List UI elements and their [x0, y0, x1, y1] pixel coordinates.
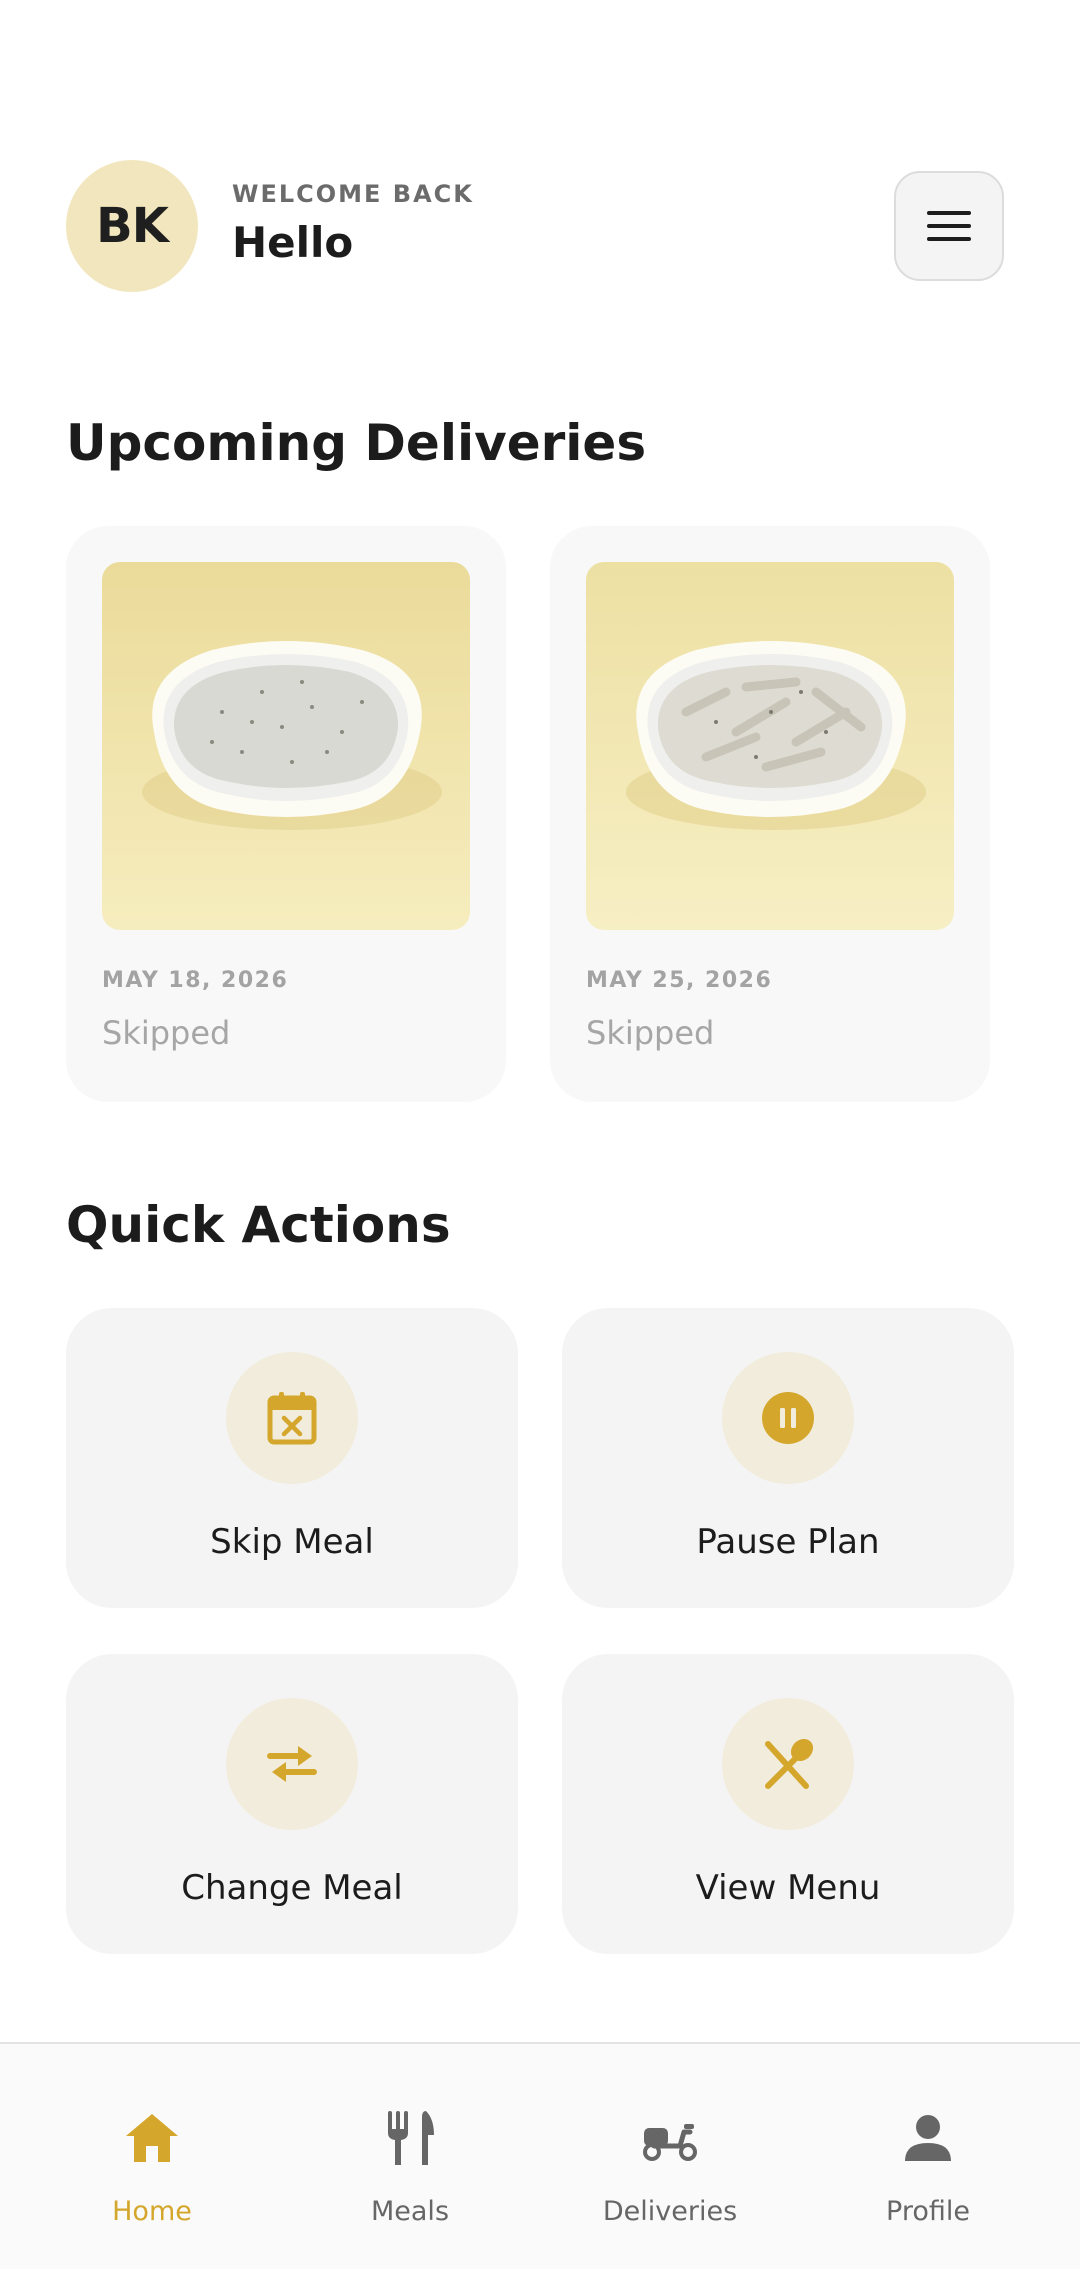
- meal-image: [102, 562, 470, 930]
- pause-plan-button[interactable]: Pause Plan: [562, 1308, 1014, 1608]
- delivery-status: Skipped: [586, 1014, 715, 1052]
- bottom-nav: Home Meals Deliveries Profile: [0, 2042, 1080, 2269]
- nav-item-home[interactable]: Home: [22, 2044, 282, 2269]
- pause-circle-icon: [762, 1392, 814, 1444]
- action-label: Skip Meal: [210, 1522, 374, 1562]
- view-menu-button[interactable]: View Menu: [562, 1654, 1014, 1954]
- nav-label: Home: [112, 2196, 192, 2227]
- action-icon-circle: [226, 1698, 358, 1830]
- avatar[interactable]: BK: [66, 160, 198, 292]
- delivery-date: MAY 18, 2026: [102, 968, 289, 993]
- delivery-status: Skipped: [102, 1014, 231, 1052]
- hamburger-menu-icon: [927, 211, 971, 241]
- nav-label: Profile: [886, 2196, 970, 2227]
- calendar-x-icon: [267, 1392, 317, 1445]
- action-icon-circle: [722, 1698, 854, 1830]
- header: BK WELCOME BACK Hello: [66, 160, 1004, 292]
- section-title-quick-actions: Quick Actions: [66, 1196, 451, 1254]
- home-screen: BK WELCOME BACK Hello Upcoming Deliverie…: [0, 0, 1080, 2269]
- nav-item-deliveries[interactable]: Deliveries: [540, 2044, 800, 2269]
- nav-item-profile[interactable]: Profile: [798, 2044, 1058, 2269]
- swap-arrows-icon: [267, 1746, 317, 1782]
- delivery-card[interactable]: MAY 18, 2026 Skipped: [66, 526, 506, 1102]
- utensils-cross-icon: [765, 1738, 814, 1789]
- change-meal-button[interactable]: Change Meal: [66, 1654, 518, 1954]
- action-label: View Menu: [695, 1868, 881, 1908]
- home-icon: [126, 2114, 178, 2162]
- meal-image: [586, 562, 954, 930]
- action-icon-circle: [226, 1352, 358, 1484]
- section-title-deliveries: Upcoming Deliveries: [66, 414, 647, 472]
- action-icon-circle: [722, 1352, 854, 1484]
- greeting: Hello: [232, 218, 354, 267]
- welcome-text: WELCOME BACK: [232, 180, 474, 208]
- skip-meal-button[interactable]: Skip Meal: [66, 1308, 518, 1608]
- nav-label: Meals: [370, 2196, 450, 2227]
- action-label: Pause Plan: [696, 1522, 880, 1562]
- delivery-date: MAY 25, 2026: [586, 968, 773, 993]
- delivery-card[interactable]: MAY 25, 2026 Skipped: [550, 526, 990, 1102]
- fork-knife-icon: [388, 2111, 434, 2165]
- action-label: Change Meal: [181, 1868, 403, 1908]
- menu-button[interactable]: [894, 171, 1004, 281]
- nav-item-meals[interactable]: Meals: [280, 2044, 540, 2269]
- scooter-icon: [643, 2124, 697, 2161]
- nav-label: Deliveries: [602, 2196, 738, 2227]
- person-icon: [905, 2115, 951, 2161]
